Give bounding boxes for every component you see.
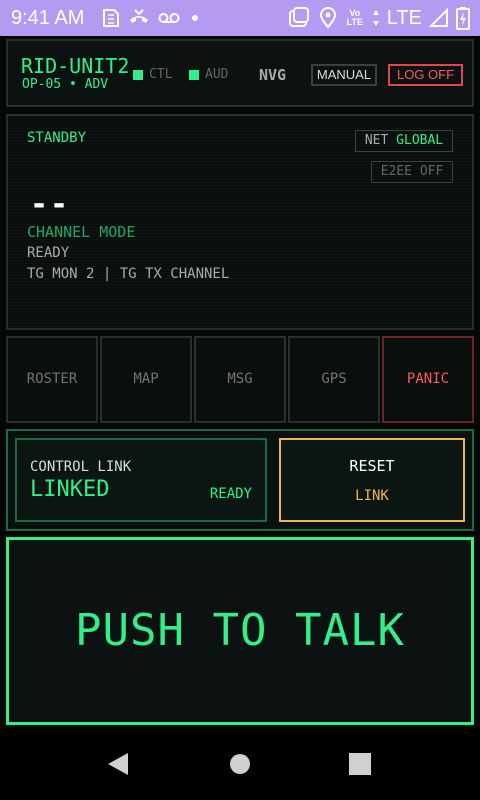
recents-icon[interactable] <box>349 753 371 779</box>
control-link-label: CONTROL LINK <box>30 459 132 475</box>
status-time: 9:41 AM <box>11 7 85 29</box>
battery-charging-icon <box>456 6 470 30</box>
ctl-label: CTL <box>149 67 173 82</box>
notification-dot-icon <box>188 11 202 25</box>
e2ee-badge: E2EE OFF <box>371 161 453 183</box>
channel-mode-label: CHANNEL MODE <box>27 223 136 241</box>
panic-button[interactable]: PANIC <box>382 336 474 423</box>
aud-indicator: AUD <box>189 67 228 83</box>
nvg-toggle[interactable]: NVG <box>259 66 286 84</box>
msg-button[interactable]: MSG <box>194 336 286 423</box>
map-button[interactable]: MAP <box>100 336 192 423</box>
control-link-state: LINKED <box>30 477 110 502</box>
ready-status: READY <box>27 245 70 261</box>
reset-sub-label: LINK <box>355 488 389 504</box>
reset-link-button[interactable]: RESET LINK <box>279 438 465 522</box>
gps-button[interactable]: GPS <box>288 336 380 423</box>
aud-label: AUD <box>205 67 229 82</box>
control-link-card: CONTROL LINK LINKED READY <box>15 438 267 522</box>
location-icon <box>318 7 338 29</box>
log-off-button[interactable]: LOG OFF <box>388 64 463 86</box>
data-arrows-icon <box>372 9 380 27</box>
voicemail-icon <box>158 11 180 25</box>
call-end-icon <box>128 8 150 28</box>
signal-icon <box>429 8 449 28</box>
unit-name: RID-UNIT2 <box>21 54 130 78</box>
aud-status-dot <box>189 70 199 80</box>
link-section: CONTROL LINK LINKED READY RESET LINK <box>6 429 474 531</box>
roster-button[interactable]: ROSTER <box>6 336 98 423</box>
cast-icon <box>287 7 311 29</box>
ctl-status-dot <box>133 70 143 80</box>
status-display: STANDBY NET GLOBAL E2EE OFF -- CHANNEL M… <box>6 114 474 330</box>
status-right-icons: Vo LTE LTE <box>287 6 470 30</box>
net-badge: NET GLOBAL <box>355 130 453 152</box>
status-bar: 9:41 AM Vo LTE LTE <box>0 0 480 36</box>
navigation-bar <box>0 728 480 800</box>
reset-label: RESET <box>349 457 395 475</box>
net-label: NET <box>364 133 389 148</box>
ctl-indicator: CTL <box>133 67 172 83</box>
unit-subtitle: OP-05 • ADV <box>22 77 109 92</box>
status-left-icons <box>102 6 202 30</box>
header-panel: RID-UNIT2 OP-05 • ADV CTL AUD NVG MANUAL… <box>6 39 474 107</box>
channel-placeholder: -- <box>30 187 71 222</box>
talkgroup-line: TG MON 2 | TG TX CHANNEL <box>27 266 230 282</box>
control-link-status: READY <box>209 486 252 502</box>
volte-icon: Vo LTE <box>345 9 365 27</box>
net-value: GLOBAL <box>396 133 444 148</box>
radio-state: STANDBY <box>27 130 87 146</box>
push-to-talk-button[interactable]: PUSH TO TALK <box>6 537 474 725</box>
home-icon[interactable] <box>229 753 251 779</box>
sim-icon <box>102 8 120 28</box>
manual-button[interactable]: MANUAL <box>311 64 377 86</box>
back-icon[interactable] <box>107 752 129 780</box>
network-type: LTE <box>386 7 422 29</box>
volte-bottom-text: LTE <box>346 17 363 27</box>
